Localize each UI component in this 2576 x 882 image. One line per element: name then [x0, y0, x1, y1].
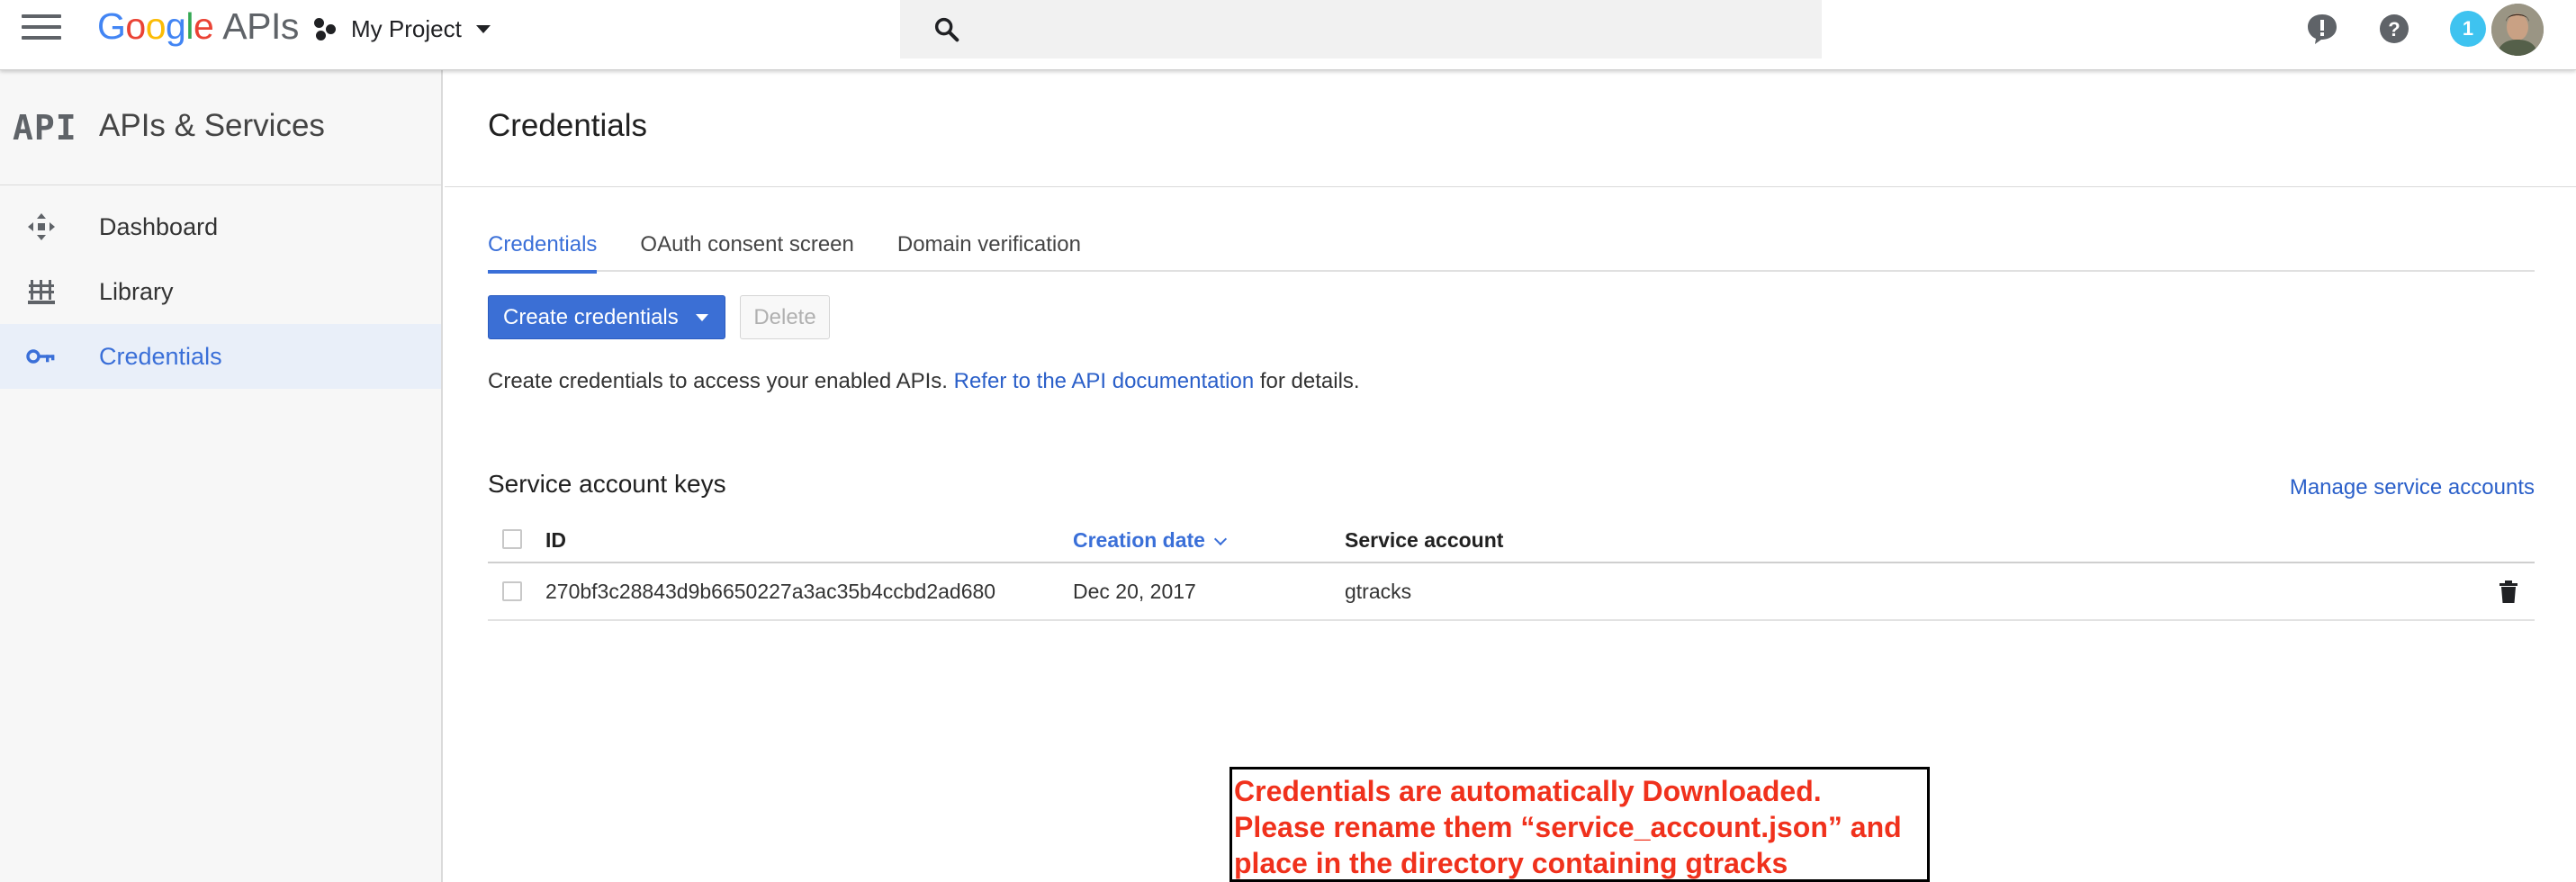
key-id: 270bf3c28843d9b6650227a3ac35b4ccbd2ad680	[545, 580, 996, 603]
creation-date: Dec 20, 2017	[1073, 580, 1196, 603]
help-icon[interactable]: ?	[2376, 11, 2412, 47]
api-logo: API	[13, 108, 77, 148]
project-icon	[313, 16, 338, 41]
service-account: gtracks	[1345, 580, 1412, 603]
tab-bar: Credentials OAuth consent screen Domain …	[488, 223, 2535, 274]
notifications-badge[interactable]: 1	[2450, 11, 2486, 47]
service-account-keys-table: ID Creation date Service account 270bf3c…	[488, 517, 2535, 621]
sidebar-item-credentials[interactable]: Credentials	[0, 324, 441, 389]
section-title: Service account keys	[488, 470, 726, 498]
sort-chevron-icon	[1213, 532, 1228, 546]
tab-oauth-consent-screen[interactable]: OAuth consent screen	[640, 223, 853, 272]
column-header-creation-date[interactable]: Creation date	[1073, 528, 1228, 553]
tab-domain-verification[interactable]: Domain verification	[897, 223, 1081, 272]
tab-credentials[interactable]: Credentials	[488, 223, 598, 274]
sidebar: API APIs & Services Dashboard Library Cr…	[0, 70, 443, 882]
table-row: 270bf3c28843d9b6650227a3ac35b4ccbd2ad680…	[488, 563, 2535, 621]
search-input[interactable]	[900, 0, 1822, 58]
menu-icon[interactable]	[22, 14, 61, 41]
chevron-down-icon	[475, 24, 491, 33]
search-bar[interactable]	[900, 0, 1822, 58]
svg-text:?: ?	[2388, 18, 2400, 40]
chevron-down-icon	[696, 313, 708, 321]
avatar[interactable]	[2491, 4, 2544, 56]
sidebar-nav: Dashboard Library Credentials	[0, 185, 441, 389]
delete-button[interactable]: Delete	[740, 295, 830, 339]
table-header-row: ID Creation date Service account	[488, 517, 2535, 563]
page-header: Credentials	[445, 70, 2576, 187]
create-credentials-button[interactable]: Create credentials	[488, 295, 725, 339]
select-all-checkbox[interactable]	[502, 529, 522, 549]
sidebar-item-label: Dashboard	[99, 212, 219, 240]
manage-service-accounts-link[interactable]: Manage service accounts	[2290, 475, 2535, 500]
api-documentation-link[interactable]: Refer to the API documentation	[954, 369, 1255, 393]
google-apis-logo[interactable]: Google APIs	[97, 5, 299, 50]
info-text: Create credentials to access your enable…	[488, 369, 1360, 393]
sidebar-header: API APIs & Services	[0, 70, 441, 185]
sidebar-item-label: Credentials	[99, 342, 222, 370]
project-selector[interactable]: My Project	[313, 11, 491, 47]
row-checkbox[interactable]	[502, 581, 522, 601]
project-name: My Project	[351, 14, 462, 42]
page-title: Credentials	[488, 108, 648, 143]
column-header-id[interactable]: ID	[545, 528, 566, 553]
trash-icon[interactable]	[2495, 578, 2522, 605]
main-content: Credentials Credentials OAuth consent sc…	[445, 70, 2576, 882]
top-app-bar: Google APIs My Project ? 1	[0, 0, 2576, 70]
column-header-service-account[interactable]: Service account	[1345, 528, 1503, 553]
dashboard-icon	[25, 211, 58, 243]
create-credentials-label: Create credentials	[503, 304, 679, 329]
sidebar-item-label: Library	[99, 277, 174, 305]
sidebar-item-library[interactable]: Library	[0, 259, 441, 324]
sidebar-item-dashboard[interactable]: Dashboard	[0, 194, 441, 259]
feedback-icon[interactable]	[2304, 11, 2340, 47]
sidebar-title: APIs & Services	[99, 108, 325, 143]
annotation-callout: Credentials are automatically Downloaded…	[1229, 767, 1930, 882]
key-icon	[25, 340, 58, 373]
search-icon	[934, 17, 959, 42]
library-icon	[25, 275, 58, 308]
